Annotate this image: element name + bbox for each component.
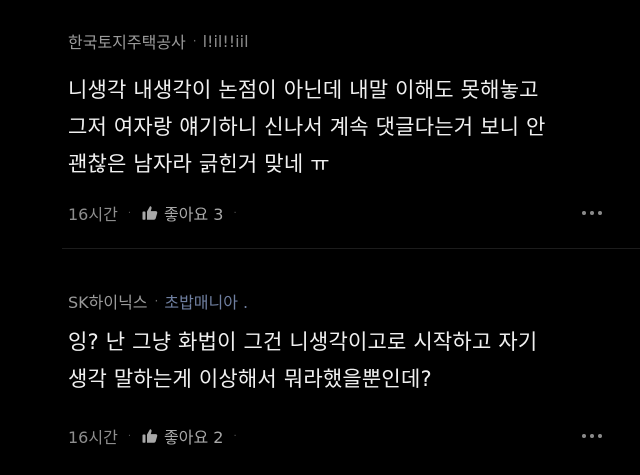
more-horizontal-icon <box>598 211 602 215</box>
more-horizontal-icon <box>582 434 586 438</box>
comment-header: 한국토지주택공사 · l!il!!iil <box>68 29 249 53</box>
separator-dot: · <box>127 207 131 219</box>
comment-footer: 16시간 · 좋아요 2 · <box>68 423 602 449</box>
more-horizontal-icon <box>590 434 594 438</box>
separator-dot: · <box>233 207 237 219</box>
comment-line: 니생각 내생각이 논점이 아닌데 내말 이해도 못해놓고 <box>68 78 539 102</box>
comment-divider <box>62 248 640 249</box>
more-horizontal-icon <box>582 211 586 215</box>
thumbs-up-icon <box>142 206 158 220</box>
comment-item: SK하이닉스 · 초밥매니아 . 잉? 난 그냥 화법이 그건 니생각이고로 시… <box>0 266 640 475</box>
like-count-label: 좋아요 3 <box>164 205 224 224</box>
comment-header: SK하이닉스 · 초밥매니아 . <box>68 290 248 312</box>
comment-item: 한국토지주택공사 · l!il!!iil 니생각 내생각이 논점이 아닌데 내말… <box>0 0 640 236</box>
like-button[interactable]: 좋아요 3 <box>141 201 223 225</box>
separator-dot: · <box>233 430 237 442</box>
comment-author[interactable]: 한국토지주택공사 <box>68 29 186 53</box>
more-horizontal-icon <box>598 434 602 438</box>
comment-time: 16시간 <box>68 205 118 224</box>
thumbs-up-icon <box>142 429 158 443</box>
separator-dot: · <box>154 294 159 308</box>
comment-author[interactable]: SK하이닉스 <box>68 289 148 313</box>
like-count-label: 좋아요 2 <box>164 428 224 447</box>
comment-time: 16시간 <box>68 428 118 447</box>
comment-body: 잉? 난 그냥 화법이 그건 니생각이고로 시작하고 자기 생각 말하는게 이상… <box>68 324 628 398</box>
comment-line: 그저 여자랑 얘기하니 신나서 계속 댓글다는거 보니 안 <box>68 115 546 139</box>
separator-dot: · <box>127 430 131 442</box>
more-horizontal-icon <box>590 211 594 215</box>
comment-line: 괜찮은 남자라 긁힌거 맞네 ㅠ <box>68 152 330 176</box>
more-options-button[interactable] <box>582 434 602 438</box>
comment-tag: l!il!!iil <box>202 31 249 51</box>
comment-line: 잉? 난 그냥 화법이 그건 니생각이고로 시작하고 자기 <box>68 330 538 354</box>
comment-line: 생각 말하는게 이상해서 뭐라했을뿐인데? <box>68 367 432 391</box>
comment-tag: 초밥매니아 . <box>164 293 249 312</box>
comment-footer: 16시간 · 좋아요 3 · <box>68 200 602 226</box>
separator-dot: · <box>192 34 197 48</box>
like-button[interactable]: 좋아요 2 <box>141 424 223 448</box>
comment-body: 니생각 내생각이 논점이 아닌데 내말 이해도 못해놓고 그저 여자랑 얘기하니… <box>68 72 628 183</box>
more-options-button[interactable] <box>582 211 602 215</box>
